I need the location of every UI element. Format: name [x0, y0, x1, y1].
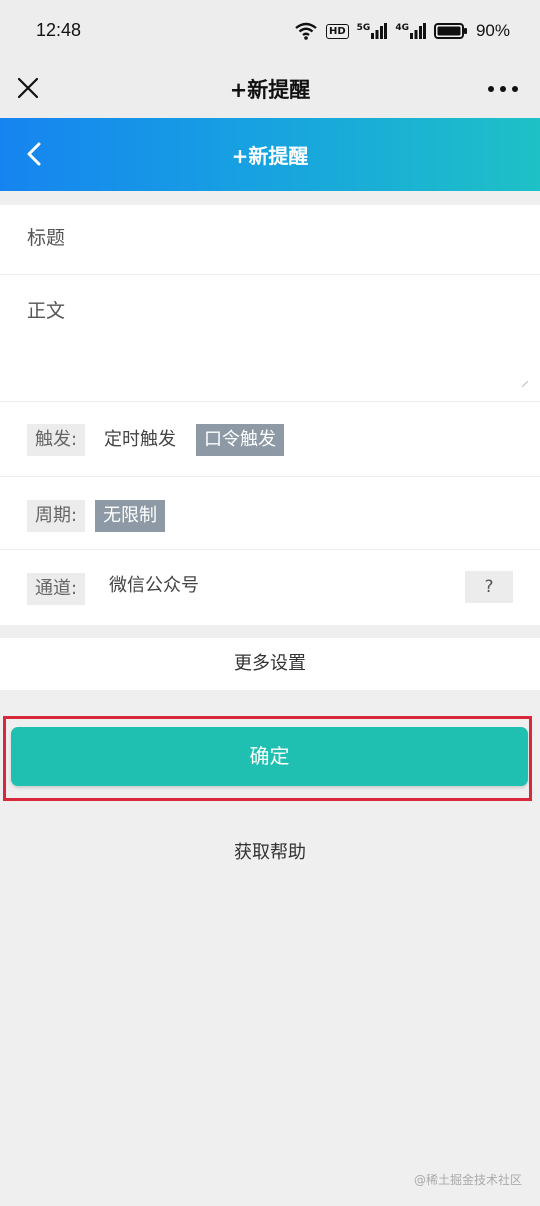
reminder-form: 触发: 定时触发 口令触发 周期: 无限制 通道: 微信公众号 ? — [0, 205, 540, 625]
channel-label: 通道: — [27, 573, 86, 605]
body-textarea[interactable] — [27, 296, 525, 392]
trigger-option-timed[interactable]: 定时触发 — [96, 424, 184, 456]
body-row — [0, 276, 540, 402]
navbar-title: +新提醒 — [229, 78, 311, 102]
trigger-row: 触发: 定时触发 口令触发 — [0, 403, 540, 477]
resize-grip-icon[interactable] — [522, 381, 528, 387]
net-label-5g: 5G — [356, 23, 371, 33]
title-row — [0, 205, 540, 275]
wifi-icon — [295, 22, 317, 40]
hd-icon: HD — [325, 23, 349, 39]
top-navbar: +新提醒 — [0, 62, 540, 118]
trigger-label: 触发: — [27, 424, 86, 456]
more-settings-button[interactable]: 更多设置 — [0, 638, 540, 690]
signal-icon-5g: 5G — [357, 23, 388, 39]
title-input[interactable] — [27, 227, 507, 249]
status-time: 12:48 — [36, 20, 82, 40]
channel-row: 通道: 微信公众号 ? — [0, 551, 540, 625]
watermark: @稀土掘金技术社区 — [413, 1173, 522, 1187]
trigger-option-password[interactable]: 口令触发 — [196, 424, 284, 456]
page-title: +新提醒 — [231, 144, 309, 168]
cycle-row: 周期: 无限制 — [0, 478, 540, 550]
battery-icon — [433, 23, 467, 39]
channel-value[interactable]: 微信公众号 — [101, 570, 207, 602]
net-label-4g: 4G — [395, 23, 409, 33]
signal-icon-4g: 4G — [395, 23, 426, 39]
get-help-link[interactable]: 获取帮助 — [0, 838, 540, 864]
app-header: +新提醒 — [0, 118, 540, 191]
battery-percent: 90% — [475, 21, 510, 40]
confirm-button[interactable]: 确定 — [11, 727, 528, 786]
status-icons: HD 5G 4G 90% — [294, 18, 510, 44]
cycle-label: 周期: — [27, 500, 86, 532]
more-icon[interactable] — [488, 86, 518, 92]
status-bar: 12:48 HD 5G 4G 90% — [0, 0, 540, 62]
channel-help-button[interactable]: ? — [465, 571, 513, 603]
cycle-option-unlimited[interactable]: 无限制 — [95, 500, 165, 532]
